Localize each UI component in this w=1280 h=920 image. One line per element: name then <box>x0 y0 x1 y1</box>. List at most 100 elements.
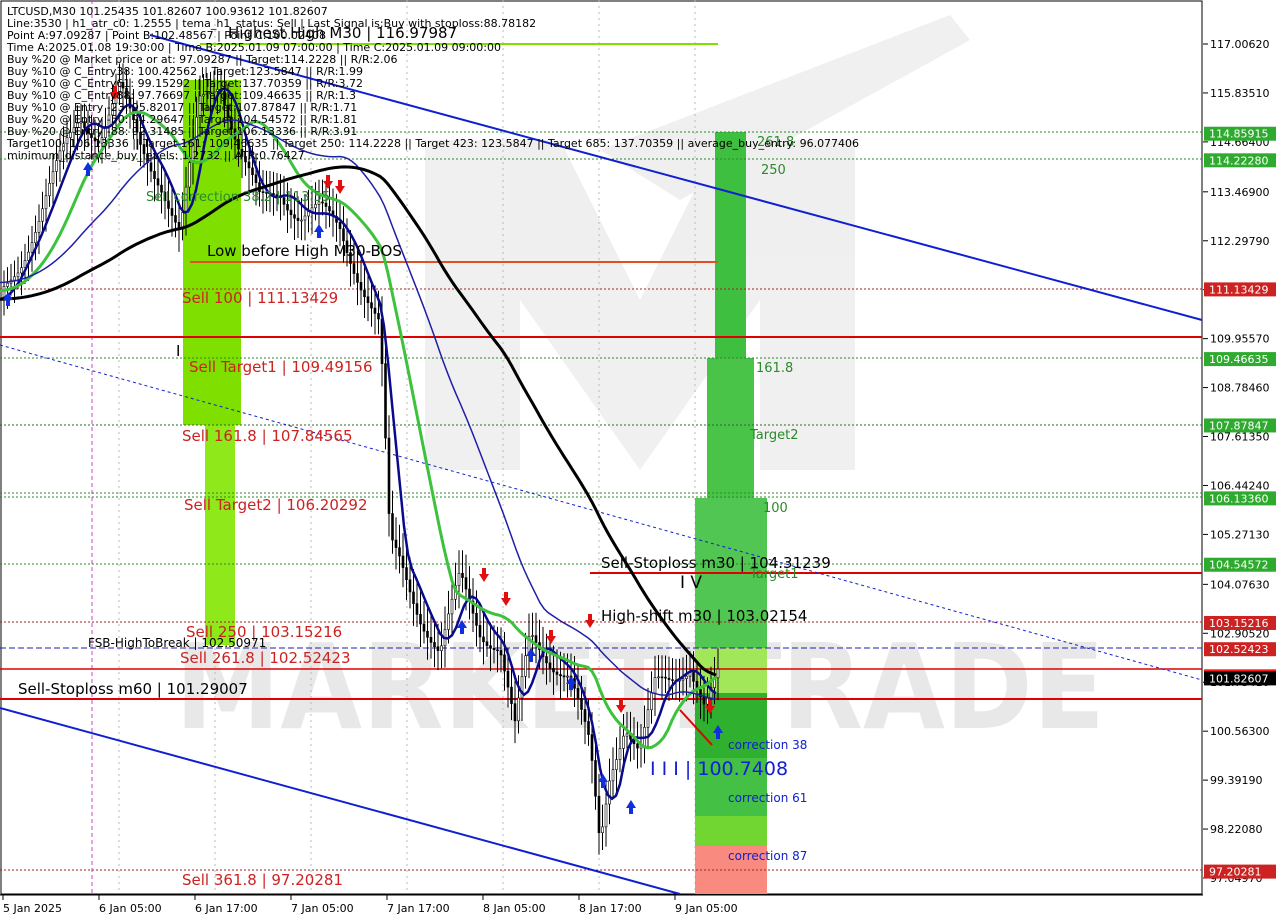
price-tick-label: 106.44240 <box>1210 479 1270 492</box>
candle-body <box>156 178 160 186</box>
candle-body <box>303 215 307 221</box>
sell-161-label: Sell 161.8 | 107.84565 <box>182 427 353 445</box>
candle-body <box>594 760 597 797</box>
candle-body <box>6 282 9 287</box>
candle-body <box>496 649 499 652</box>
buy-zone-161 <box>707 358 754 498</box>
candle-body <box>653 677 657 694</box>
time-tick-label: 5 Jan 2025 <box>3 902 62 915</box>
candle-body <box>489 645 492 649</box>
candle-body <box>30 242 34 253</box>
candle-body <box>293 214 296 219</box>
price-badge-text: 104.54572 <box>1209 559 1269 572</box>
candle-body <box>457 572 461 586</box>
candle-body <box>492 647 496 651</box>
time-tick-label: 6 Jan 05:00 <box>99 902 162 915</box>
sell-361-label: Sell 361.8 | 97.20281 <box>182 871 343 889</box>
candle-body <box>461 572 464 578</box>
fib-target1-label: Target1 <box>749 567 799 582</box>
fib-100-label: 100 <box>763 501 788 516</box>
candle-body <box>426 630 429 638</box>
candle-body <box>517 697 520 722</box>
candle-body <box>370 302 373 309</box>
candle-body <box>254 174 258 183</box>
candle-body <box>419 614 422 625</box>
fib-250-label: 250 <box>761 163 786 178</box>
price-badge-text: 97.20281 <box>1209 866 1262 879</box>
price-badge-text: 111.13429 <box>1209 283 1269 296</box>
candle-body <box>440 645 443 651</box>
low-before-high-label: Low before High M30-BOS <box>207 242 402 260</box>
price-tick-label: 104.07630 <box>1210 578 1270 591</box>
candle-body <box>566 675 569 678</box>
candle-body <box>405 567 408 581</box>
candle-body <box>555 671 559 675</box>
candle-body <box>394 539 398 548</box>
time-tick-label: 8 Jan 05:00 <box>483 902 546 915</box>
candle-body <box>289 209 293 216</box>
candle-body <box>552 668 555 673</box>
price-chart: MARKETITRADE Highest High M30 | 116.9798… <box>0 0 1280 920</box>
candle-body <box>611 769 615 782</box>
buy-zone-correction-87 <box>695 816 767 846</box>
candle-body <box>251 167 254 176</box>
candle-body <box>174 215 177 223</box>
candle-body <box>482 636 485 643</box>
candle-body <box>681 678 685 681</box>
candle-body <box>300 219 303 222</box>
candle-body <box>342 228 345 242</box>
price-tick-label: 100.56300 <box>1210 725 1270 738</box>
candle-body <box>587 721 590 735</box>
candle-body <box>296 217 300 221</box>
price-tick-label: 117.00620 <box>1210 38 1270 51</box>
candle-body <box>328 206 331 212</box>
candle-body <box>44 195 48 210</box>
time-axis: 5 Jan 2025 6 Jan 05:00 6 Jan 17:00 7 Jan 05… <box>0 894 1203 920</box>
price-badge-text: 114.22280 <box>1209 154 1269 167</box>
candle-body <box>499 650 503 656</box>
candle-body <box>604 803 608 828</box>
price-tick-label: 112.29790 <box>1210 235 1270 248</box>
candle-body <box>615 759 618 770</box>
price-tick-label: 115.83510 <box>1210 87 1270 100</box>
time-tick-label: 7 Jan 17:00 <box>387 902 450 915</box>
wave-iv-label: I V <box>680 573 702 593</box>
time-tick-label: 8 Jan 17:00 <box>579 902 642 915</box>
candle-body <box>506 670 510 688</box>
candle-body <box>636 743 639 749</box>
candle-body <box>377 313 380 320</box>
candle-body <box>559 674 562 677</box>
candle-body <box>447 613 450 630</box>
time-tick-label: 9 Jan 05:00 <box>675 902 738 915</box>
candle-body <box>510 686 513 704</box>
fsb-label: FSB-HighToBreak | 102.50971 <box>88 636 266 650</box>
price-badge-text: 109.46635 <box>1209 353 1269 366</box>
candle-body <box>583 709 587 722</box>
candle-body <box>41 208 44 222</box>
candle-body <box>48 182 51 197</box>
candle-body <box>650 692 653 711</box>
wave-i-label: I <box>176 342 180 360</box>
price-tick-label: 109.95570 <box>1210 333 1270 346</box>
candle-body <box>667 677 671 680</box>
candle-body <box>247 161 251 169</box>
candle-body <box>391 513 394 541</box>
candle-body <box>436 646 440 651</box>
candle-body <box>16 272 20 278</box>
candle-body <box>646 709 650 728</box>
candle-body <box>356 273 359 283</box>
candle-body <box>545 656 548 664</box>
candle-body <box>608 780 611 805</box>
candle-body <box>478 625 482 638</box>
sell-261-label: Sell 261.8 | 102.52423 <box>180 649 351 667</box>
price-tick-label: 107.61350 <box>1210 431 1270 444</box>
sell-correction-label: Sell correction 38.2 | 113.55 <box>146 190 330 205</box>
time-tick-label: 7 Jan 05:00 <box>291 902 354 915</box>
price-badge-text: 103.15216 <box>1209 617 1269 630</box>
candle-body <box>671 679 674 681</box>
candle-body <box>307 211 310 217</box>
candle-body <box>597 795 601 834</box>
candle-body <box>422 623 426 632</box>
candle-body <box>601 826 604 834</box>
candle-body <box>485 641 489 646</box>
